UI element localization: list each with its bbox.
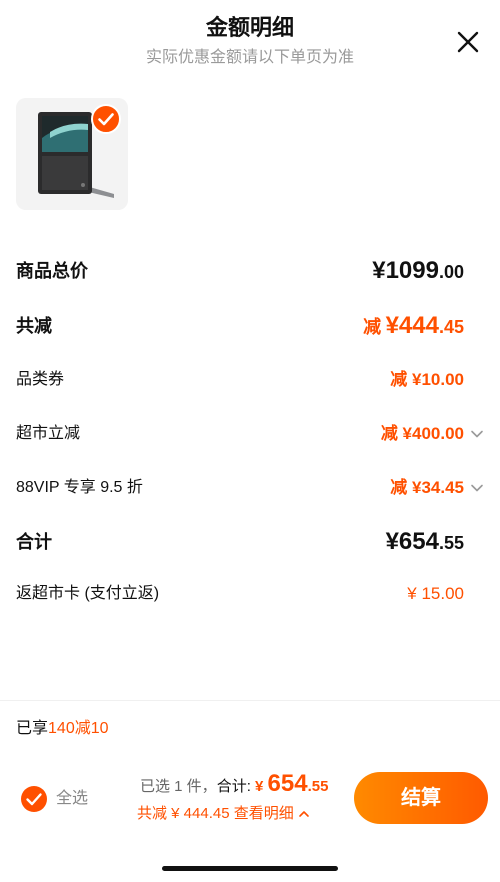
- vip-discount-row[interactable]: 88VIP 专享 9.5 折 减 ¥34.45: [16, 473, 484, 503]
- home-indicator: [162, 866, 338, 871]
- category-coupon-value: 减 ¥10.00: [390, 370, 464, 389]
- close-icon[interactable]: [455, 29, 481, 55]
- total-reduce-label: 共减: [16, 316, 52, 336]
- promo-line: 已享140减10: [16, 716, 109, 742]
- goods-total-label: 商品总价: [16, 261, 88, 281]
- view-detail-label: 查看明细: [233, 805, 294, 822]
- total-reduce-value: 减 ¥444.45: [363, 312, 464, 339]
- page-subtitle: 实际优惠金额请以下单页为准: [145, 49, 354, 66]
- reduce-text: 共减 ¥ 444.45: [137, 805, 230, 822]
- vip-discount-value: 减 ¥34.45: [390, 478, 464, 497]
- goods-total-row: 商品总价 ¥1099.00: [16, 256, 484, 286]
- vip-discount-label: 88VIP 专享 9.5 折: [16, 479, 143, 496]
- supermarket-reduce-value: 减 ¥400.00: [380, 424, 464, 443]
- supermarket-reduce-label: 超市立减: [16, 425, 81, 442]
- sheet-header: 金额明细 实际优惠金额请以下单页为准: [0, 0, 500, 80]
- selected-count: 已选 1 件，: [140, 778, 217, 795]
- promo-prefix: 已享: [16, 720, 49, 737]
- total-amount: ¥ 654.55: [255, 770, 329, 797]
- sum-label: 合计: [16, 532, 52, 552]
- cashback-label: 返超市卡 (支付立返): [16, 585, 160, 602]
- cashback-value: ¥ 15.00: [407, 584, 464, 603]
- select-all-label[interactable]: 全选: [56, 787, 88, 811]
- promo-highlight: 140减10: [48, 720, 109, 737]
- page-title: 金额明细: [205, 15, 294, 40]
- divider: [0, 700, 500, 701]
- category-coupon-row: 品类券 减 ¥10.00: [16, 365, 484, 395]
- sum-row: 合计 ¥654.55: [16, 527, 484, 557]
- total-label: 合计:: [216, 778, 251, 795]
- selected-summary: 已选 1 件，合计: ¥ 654.55: [140, 769, 328, 802]
- goods-total-value: ¥1099.00: [372, 257, 464, 284]
- select-all-check-icon[interactable]: [20, 785, 48, 813]
- supermarket-reduce-row[interactable]: 超市立减 减 ¥400.00: [16, 419, 484, 449]
- sum-value: ¥654.55: [385, 528, 464, 555]
- total-reduce-row: 共减 减 ¥444.45: [16, 311, 484, 341]
- cashback-row: 返超市卡 (支付立返) ¥ 15.00: [16, 579, 484, 609]
- chevron-down-icon[interactable]: [470, 427, 484, 441]
- chevron-up-icon: [299, 811, 309, 817]
- chevron-down-icon[interactable]: [470, 481, 484, 495]
- view-detail-link[interactable]: 共减 ¥ 444.45 查看明细: [137, 802, 310, 826]
- checkout-button[interactable]: 结算: [354, 772, 488, 824]
- category-coupon-label: 品类券: [16, 371, 65, 388]
- product-check-icon[interactable]: [91, 104, 121, 134]
